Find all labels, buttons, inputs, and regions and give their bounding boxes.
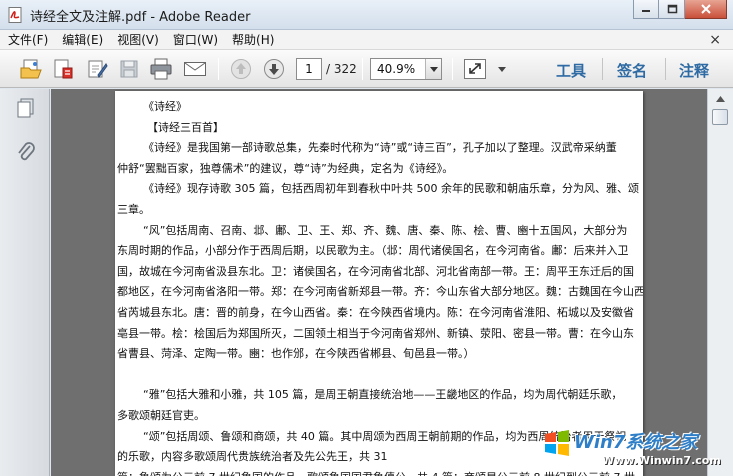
fit-page-button[interactable] <box>462 57 488 81</box>
scrollbar-thumb[interactable] <box>712 109 728 125</box>
printer-icon <box>150 58 172 80</box>
page-total: / 322 <box>326 62 357 76</box>
zoom-select[interactable]: 40.9% <box>370 58 442 80</box>
print-button[interactable] <box>148 57 174 81</box>
tools-pane-button[interactable]: 工具 <box>556 60 586 81</box>
pen-page-icon <box>88 60 108 78</box>
doc-blank-line <box>117 365 643 386</box>
arrow-up-icon <box>231 59 251 79</box>
watermark-brand: Win7系统之家 <box>574 432 698 453</box>
fit-options-dropdown[interactable] <box>494 57 510 81</box>
menu-bar: 文件(F) 编辑(E) 视图(V) 窗口(W) 帮助(H) × <box>0 30 733 50</box>
doc-line: 都地区，在今河南省洛阳一带。郑：在今河南省新郑县一带。齐：今山东省大部分地区。魏… <box>117 285 643 299</box>
doc-line: “雅”包括大雅和小雅，共 105 篇，是周王朝直接统治地——王畿地区的作品，均为… <box>143 388 623 402</box>
window-controls <box>633 0 727 19</box>
toolbar-separator <box>452 58 453 80</box>
minimize-button[interactable] <box>633 0 659 19</box>
close-button[interactable] <box>685 0 727 19</box>
chevron-down-icon <box>429 66 438 72</box>
open-folder-icon <box>20 59 42 79</box>
attachments-paperclip-icon[interactable] <box>15 141 37 163</box>
doc-line: 东周时期的作品，小部分作于西周后期，以民歌为主。（邶：周代诸侯国名，在今河南省。… <box>117 244 629 258</box>
menu-view[interactable]: 视图(V) <box>117 31 159 48</box>
chevron-down-icon <box>498 66 506 72</box>
doc-line: “风”包括周南、召南、邶、鄘、卫、王、郑、齐、魏、唐、秦、陈、桧、曹、豳十五国风… <box>143 223 628 237</box>
create-pdf-button[interactable] <box>50 57 76 81</box>
previous-page-button[interactable] <box>228 57 254 81</box>
doc-line: 亳县一带。桧：桧国后为郑国所灭，二国领土相当于今河南省郑州、新镇、荥阳、密县一带… <box>117 326 634 340</box>
page-number-input[interactable]: 1 <box>296 58 322 80</box>
doc-line: 《诗经》是我国第一部诗歌总集，先秦时代称为“诗”或“诗三百”，孔子加以了整理。汉… <box>143 141 617 155</box>
document-close-button[interactable]: × <box>709 32 721 48</box>
menu-help[interactable]: 帮助(H) <box>232 31 274 48</box>
title-bar: 诗经全文及注解.pdf - Adobe Reader <box>0 0 733 30</box>
menu-window[interactable]: 窗口(W) <box>173 31 218 48</box>
doc-line: 省芮城县东北。唐：晋的前身，在今山西省。秦：在今陕西省境内。陈：在今河南省淮阳、… <box>117 305 634 319</box>
open-file-button[interactable] <box>18 57 44 81</box>
toolbar-separator <box>665 58 666 80</box>
scroll-up-button[interactable] <box>712 92 728 106</box>
window-title: 诗经全文及注解.pdf - Adobe Reader <box>30 10 251 25</box>
floppy-disk-icon <box>120 60 138 78</box>
windows-flag-logo-icon <box>545 430 569 456</box>
site-watermark: Win7系统之家 Www.Winwin7.com <box>538 424 733 476</box>
doc-line: 《诗经》 <box>143 100 187 113</box>
chevron-up-icon <box>715 96 725 102</box>
doc-line: 仲舒“罢黜百家，独尊儒术”的建议，尊“诗”为经典，定名为《诗经》。 <box>117 161 454 175</box>
vertical-scrollbar[interactable] <box>707 89 733 476</box>
toolbar-separator <box>362 58 363 80</box>
email-button[interactable] <box>182 57 208 81</box>
edit-pdf-button[interactable] <box>84 57 110 81</box>
doc-line: 三章。 <box>117 202 150 216</box>
zoom-value: 40.9% <box>377 62 416 76</box>
save-button[interactable] <box>116 57 142 81</box>
page-thumbnails-icon[interactable] <box>15 97 37 119</box>
toolbar: 1 / 322 40.9% 工具 签名 注释 <box>0 50 733 88</box>
toolbar-separator <box>602 58 603 80</box>
menu-edit[interactable]: 编辑(E) <box>62 31 103 48</box>
envelope-icon <box>184 62 206 76</box>
menu-file[interactable]: 文件(F) <box>8 31 48 48</box>
next-page-button[interactable] <box>261 57 287 81</box>
create-pdf-icon <box>54 59 73 79</box>
minimize-icon <box>642 10 650 12</box>
sign-pane-button[interactable]: 签名 <box>617 60 647 81</box>
restore-button[interactable] <box>659 0 685 19</box>
navigation-pane <box>0 89 50 476</box>
arrow-down-icon <box>264 59 284 79</box>
doc-line: 省曹县、菏泽、定陶一带。豳：也作邠，在今陕西省郴县、旬邑县一带。） <box>117 347 475 361</box>
doc-line: 国，故城在今河南省汲县东北。卫：诸侯国名，在今河南省北部、河北省南部一带。王：周… <box>117 264 634 278</box>
zoom-dropdown-button[interactable] <box>425 59 441 79</box>
expand-arrows-icon <box>464 59 486 79</box>
pdf-file-icon <box>8 7 22 23</box>
doc-line: 【诗经三百首】 <box>147 120 224 134</box>
doc-line: 《诗经》现存诗歌 305 篇，包括西周初年到春秋中叶共 500 余年的民歌和朝庙… <box>143 182 639 196</box>
close-icon <box>700 4 711 14</box>
restore-icon <box>667 4 677 14</box>
toolbar-separator <box>218 58 219 80</box>
comment-pane-button[interactable]: 注释 <box>679 60 709 81</box>
pdf-page: 《诗经》 【诗经三百首】 《诗经》是我国第一部诗歌总集，先秦时代称为“诗”或“诗… <box>115 91 643 476</box>
watermark-url: Www.Winwin7.com <box>602 454 721 467</box>
document-viewport[interactable]: 《诗经》 【诗经三百首】 《诗经》是我国第一部诗歌总集，先秦时代称为“诗”或“诗… <box>51 89 707 476</box>
